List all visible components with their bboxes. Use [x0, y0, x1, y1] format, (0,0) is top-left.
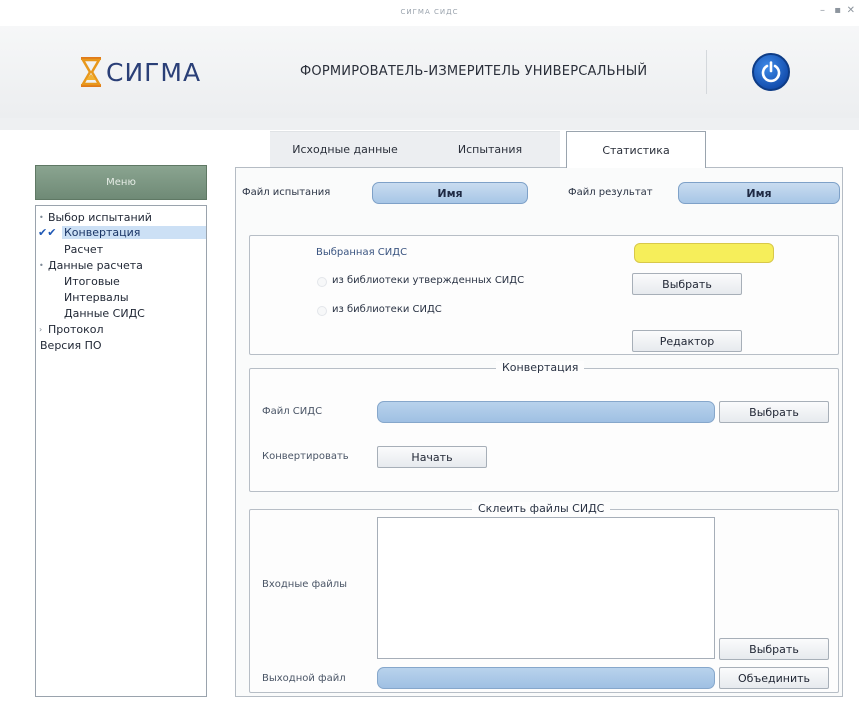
window-titlebar: СИГМА СИДС – ▪ ✕ — [0, 0, 859, 26]
result-file-field[interactable]: Имя — [678, 182, 840, 204]
merge-title: Склеить файлы СИДС — [472, 502, 611, 515]
tab-source-data[interactable]: Исходные данные — [270, 131, 420, 167]
sidebar-item-sids-data[interactable]: Данные СИДС — [64, 307, 145, 320]
header-divider — [706, 50, 707, 94]
sidebar-item-totals[interactable]: Итоговые — [64, 275, 120, 288]
maximize-button[interactable]: ▪ — [834, 5, 841, 16]
checkmark-icon: ✔✔ — [38, 226, 57, 239]
approved-library-label: из библиотеки утвержденных СИДС — [332, 275, 525, 286]
library-label: из библиотеки СИДС — [332, 304, 442, 315]
conversion-title: Конвертация — [496, 361, 585, 374]
sidebar-item-version[interactable]: Версия ПО — [40, 339, 102, 352]
power-button[interactable] — [752, 53, 790, 91]
convert-label: Конвертировать — [262, 451, 349, 462]
sidebar-item-intervals[interactable]: Интервалы — [64, 291, 129, 304]
power-icon — [761, 61, 781, 83]
menu-tree: • Выбор испытаний ✔✔ Конвертация Расчет … — [35, 205, 207, 697]
output-file-label: Выходной файл — [262, 673, 346, 684]
menu-header-label: Меню — [106, 177, 136, 188]
hourglass-icon — [80, 56, 102, 88]
tab-statistics[interactable]: Статистика — [566, 131, 706, 168]
approved-library-radio[interactable] — [317, 277, 327, 287]
app-title: ФОРМИРОВАТЕЛЬ-ИЗМЕРИТЕЛЬ УНИВЕРСАЛЬНЫЙ — [300, 64, 648, 79]
window-title: СИГМА СИДС — [400, 8, 459, 16]
select-sids-button[interactable]: Выбрать — [632, 273, 742, 295]
menu-header: Меню — [35, 165, 207, 200]
tab-tests[interactable]: Испытания — [420, 131, 560, 167]
test-file-label: Файл испытания — [242, 187, 331, 198]
sidebar-item-conversion[interactable]: Конвертация — [62, 226, 206, 239]
test-file-field[interactable]: Имя — [372, 182, 528, 204]
minimize-button[interactable]: – — [820, 5, 825, 16]
sids-select-group: Выбранная СИДС из библиотеки утвержденны… — [249, 235, 839, 355]
sidebar-item-calc-data[interactable]: Данные расчета — [48, 259, 143, 272]
output-file-field[interactable] — [377, 667, 715, 689]
logo: СИГМА — [80, 54, 201, 90]
logo-text: СИГМА — [106, 57, 202, 87]
sids-file-label: Файл СИДС — [262, 406, 323, 417]
sidebar-item-protocol[interactable]: Протокол — [48, 323, 104, 336]
merge-button[interactable]: Объединить — [719, 667, 829, 689]
selected-sids-label: Выбранная СИДС — [316, 247, 408, 258]
sidebar-item-calculation[interactable]: Расчет — [64, 243, 103, 256]
editor-button[interactable]: Редактор — [632, 330, 742, 352]
tree-bullet: • — [39, 261, 44, 270]
input-files-list[interactable] — [377, 517, 715, 659]
library-radio[interactable] — [317, 306, 327, 316]
header-band — [0, 118, 859, 130]
select-file-button[interactable]: Выбрать — [719, 401, 829, 423]
sids-file-field[interactable] — [377, 401, 715, 423]
conversion-group: Конвертация Файл СИДС Выбрать Конвертиро… — [249, 361, 839, 492]
result-file-label: Файл результат — [568, 187, 653, 198]
close-button[interactable]: ✕ — [847, 5, 855, 16]
sidebar-item-test-selection[interactable]: Выбор испытаний — [48, 211, 152, 224]
app-header: СИГМА ФОРМИРОВАТЕЛЬ-ИЗМЕРИТЕЛЬ УНИВЕРСАЛ… — [0, 26, 859, 118]
tree-bullet: › — [39, 325, 43, 334]
main-panel: Файл испытания Имя Файл результат Имя Вы… — [235, 167, 843, 697]
merge-group: Склеить файлы СИДС Входные файлы Выбрать… — [249, 502, 839, 693]
input-files-label: Входные файлы — [262, 579, 348, 590]
selected-sids-field[interactable] — [634, 243, 774, 263]
start-button[interactable]: Начать — [377, 446, 487, 468]
select-input-button[interactable]: Выбрать — [719, 638, 829, 660]
tree-bullet: • — [39, 213, 44, 222]
